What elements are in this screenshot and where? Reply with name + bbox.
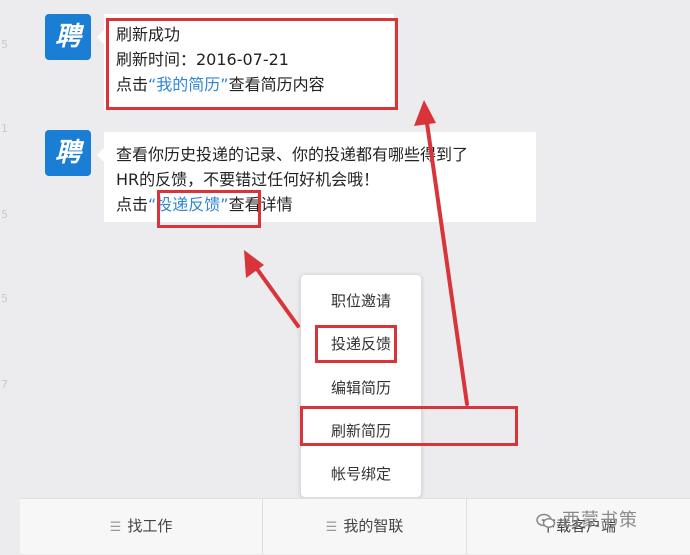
message-line: HR的反馈，不要错过任何好机会哦！ bbox=[116, 170, 380, 189]
arrow-line bbox=[250, 260, 300, 328]
menu-item-edit-resume[interactable]: 编辑简历 bbox=[301, 376, 421, 400]
action-prefix: 点击 bbox=[116, 195, 149, 214]
annotation-box bbox=[157, 190, 261, 228]
arrow-head bbox=[244, 250, 264, 278]
annotation-box bbox=[300, 406, 518, 446]
tab-find-job[interactable]: ☰ 找工作 bbox=[20, 499, 262, 554]
edge-marks: 5 1 5 5 7 bbox=[1, 38, 8, 391]
menu-item-job-invitation[interactable]: 职位邀请 bbox=[301, 289, 421, 313]
logo-icon: 聘 bbox=[54, 22, 81, 52]
logo-icon: 聘 bbox=[54, 138, 81, 168]
arrow-head bbox=[414, 100, 436, 126]
tab-label: 我的智联 bbox=[343, 517, 404, 535]
watermark-text: 西蒙书策 bbox=[562, 510, 638, 531]
bot-avatar: 聘 bbox=[45, 14, 91, 60]
popup-menu: 职位邀请 投递反馈 编辑简历 刷新简历 帐号绑定 bbox=[300, 274, 422, 498]
wechat-icon bbox=[536, 513, 556, 528]
message-line: 查看你历史投递的记录、你的投递都有哪些得到了 bbox=[116, 145, 469, 164]
menu-icon: ☰ bbox=[325, 520, 338, 535]
tab-my-zhilian[interactable]: ☰ 我的智联 bbox=[263, 499, 466, 554]
annotation-box bbox=[315, 325, 397, 363]
menu-icon: ☰ bbox=[109, 520, 122, 535]
tab-label: 找工作 bbox=[127, 517, 173, 535]
menu-item-account-binding[interactable]: 帐号绑定 bbox=[301, 462, 421, 486]
annotation-box bbox=[106, 18, 398, 110]
watermark: 西蒙书策 bbox=[536, 506, 638, 536]
bot-avatar: 聘 bbox=[45, 130, 91, 176]
